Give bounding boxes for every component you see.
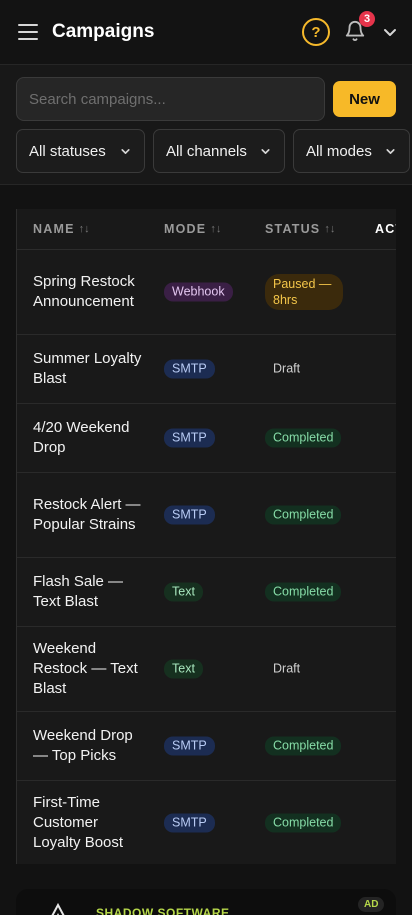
campaign-name[interactable]: First-Time Customer Loyalty Boost xyxy=(33,793,145,853)
shadow-software-logo-icon xyxy=(51,903,65,915)
chevron-down-icon xyxy=(121,148,130,154)
status-filter-value: All statuses xyxy=(29,142,106,160)
campaign-name[interactable]: Summer Loyalty Blast xyxy=(33,349,145,389)
mode-badge: Text xyxy=(164,659,203,679)
mode-badge: Text xyxy=(164,582,203,602)
column-header-status-label: STATUS xyxy=(265,222,321,236)
table-row[interactable]: Restock Alert — Popular Strains SMTP Com… xyxy=(17,473,396,558)
mode-badge: SMTP xyxy=(164,736,215,756)
status-badge: Draft xyxy=(273,661,301,676)
mode-badge: SMTP xyxy=(164,813,215,832)
column-header-name-label: NAME xyxy=(33,222,75,236)
ad-banner[interactable]: SHADOW SOFTWARE AD xyxy=(16,889,396,915)
sort-icon: ↑↓ xyxy=(324,223,336,235)
chevron-down-icon xyxy=(261,148,270,154)
search-input[interactable] xyxy=(16,77,325,121)
status-badge: Paused — 8hrs xyxy=(265,274,343,310)
campaign-name[interactable]: Weekend Restock — Text Blast xyxy=(33,639,145,699)
table-header: NAME ↑↓ MODE ↑↓ STATUS ↑↓ ACT xyxy=(17,209,396,250)
campaign-name[interactable]: 4/20 Weekend Drop xyxy=(33,418,145,458)
ad-brand-name: SHADOW SOFTWARE xyxy=(96,906,230,915)
column-header-name[interactable]: NAME ↑↓ xyxy=(33,222,90,236)
column-header-actions: ACT xyxy=(375,222,396,236)
status-badge: Completed xyxy=(265,813,342,832)
table-row[interactable]: Spring Restock Announcement Webhook Paus… xyxy=(17,250,396,335)
status-badge: Completed xyxy=(265,505,342,525)
sort-icon: ↑↓ xyxy=(210,223,222,235)
mode-badge: SMTP xyxy=(164,359,215,379)
table-row[interactable]: Flash Sale — Text Blast Text Completed xyxy=(17,558,396,627)
table-row[interactable]: 4/20 Weekend Drop SMTP Completed xyxy=(17,404,396,473)
campaigns-table: NAME ↑↓ MODE ↑↓ STATUS ↑↓ ACT Spring Res… xyxy=(16,209,396,864)
mode-filter-value: All modes xyxy=(306,142,372,160)
mode-badge: Webhook xyxy=(164,282,233,302)
notification-count-badge: 3 xyxy=(359,11,375,27)
status-badge: Completed xyxy=(265,582,342,602)
notifications-button[interactable]: 3 xyxy=(344,11,375,44)
status-badge: Completed xyxy=(265,736,342,756)
new-campaign-button[interactable]: New xyxy=(333,81,396,117)
mode-filter-select[interactable]: All modes xyxy=(293,129,410,173)
hamburger-icon[interactable] xyxy=(18,24,38,40)
column-header-mode[interactable]: MODE ↑↓ xyxy=(164,222,221,236)
mode-badge: SMTP xyxy=(164,428,215,448)
channel-filter-value: All channels xyxy=(166,142,247,160)
chevron-down-icon xyxy=(386,148,395,154)
table-row[interactable]: Weekend Drop — Top Picks SMTP Completed xyxy=(17,712,396,781)
topbar-actions: ? 3 xyxy=(302,11,398,46)
filter-bar: New All statuses All channels All modes xyxy=(0,64,412,185)
status-filter-select[interactable]: All statuses xyxy=(16,129,145,173)
account-menu-chevron-icon[interactable] xyxy=(382,24,398,40)
campaign-name[interactable]: Restock Alert — Popular Strains xyxy=(33,495,145,535)
table-row[interactable]: Weekend Restock — Text Blast Text Draft xyxy=(17,627,396,712)
page-title: Campaigns xyxy=(52,21,155,42)
status-badge: Draft xyxy=(273,361,301,376)
help-circle-icon[interactable]: ? xyxy=(302,18,330,46)
table-row[interactable]: First-Time Customer Loyalty Boost SMTP C… xyxy=(17,781,396,864)
campaign-name[interactable]: Weekend Drop — Top Picks xyxy=(33,726,145,766)
status-badge: Completed xyxy=(265,428,342,448)
campaign-name[interactable]: Flash Sale — Text Blast xyxy=(33,572,145,612)
table-row[interactable]: Summer Loyalty Blast SMTP Draft xyxy=(17,335,396,404)
column-header-status[interactable]: STATUS ↑↓ xyxy=(265,222,335,236)
top-bar: Campaigns ? 3 xyxy=(0,0,412,64)
campaign-name[interactable]: Spring Restock Announcement xyxy=(33,272,145,312)
ad-badge: AD xyxy=(358,897,385,912)
column-header-mode-label: MODE xyxy=(164,222,207,236)
sort-icon: ↑↓ xyxy=(78,223,90,235)
channel-filter-select[interactable]: All channels xyxy=(153,129,285,173)
mode-badge: SMTP xyxy=(164,505,215,525)
